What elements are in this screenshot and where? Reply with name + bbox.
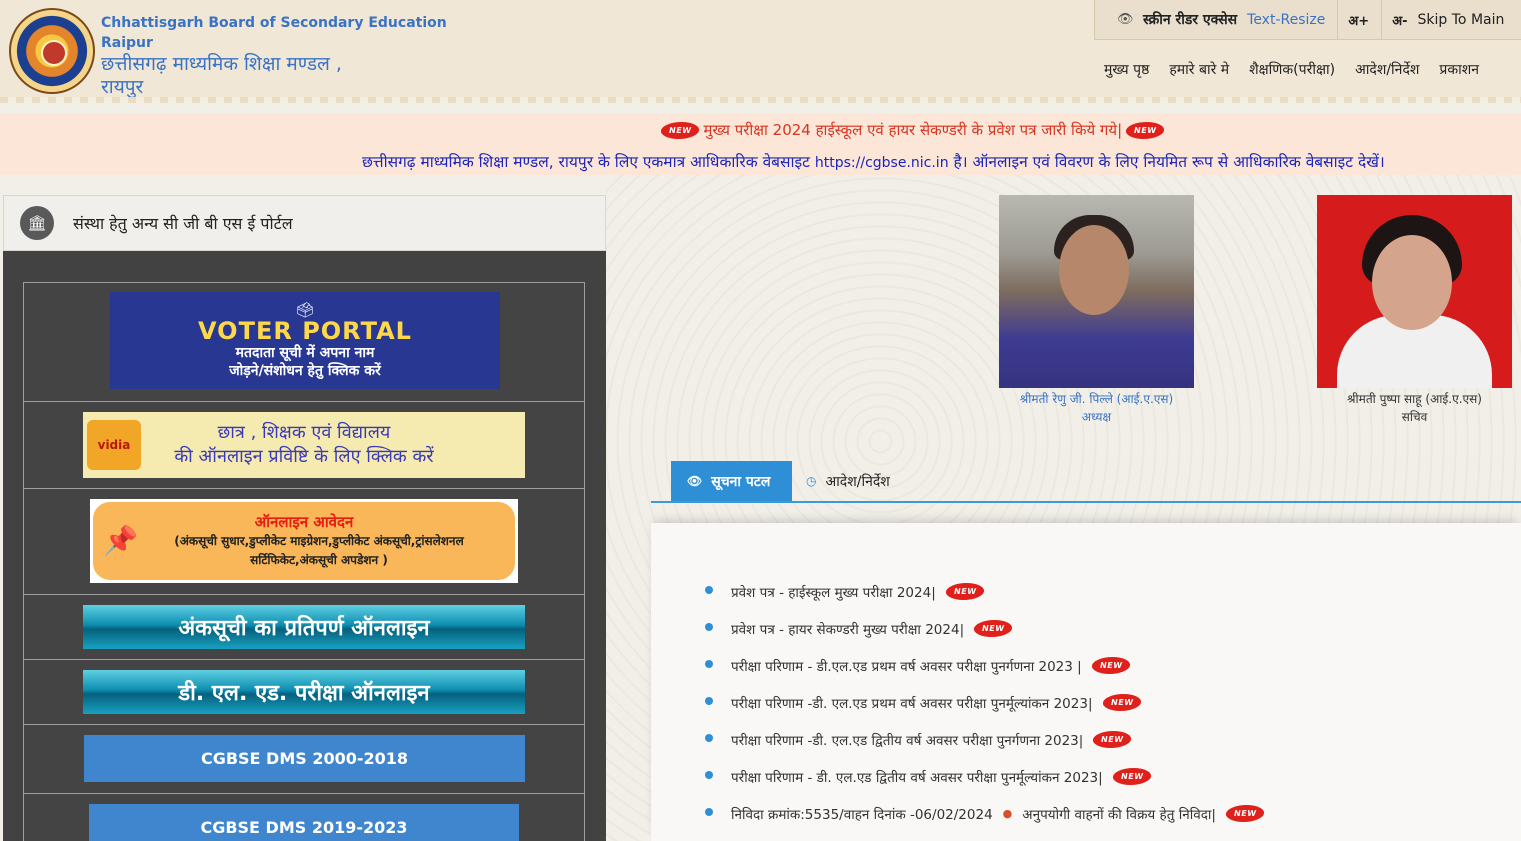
- new-badge: NEW: [946, 585, 984, 598]
- secretary-name: श्रीमती पुष्पा साहू (आई.ए.एस): [1347, 392, 1482, 406]
- new-badge: NEW: [1103, 696, 1141, 709]
- site-brand[interactable]: Chhattisgarh Board of Secondary Educatio…: [101, 13, 447, 99]
- tab-notice-board[interactable]: 👁 सूचना पटल: [671, 461, 792, 501]
- font-decrease-button[interactable]: अ-: [1392, 11, 1407, 29]
- font-increase-button[interactable]: अ+: [1348, 11, 1369, 29]
- nav-publications[interactable]: प्रकाशन: [1439, 60, 1479, 79]
- new-badge: NEW: [1226, 807, 1264, 820]
- list-item[interactable]: परीक्षा परिणाम - डी.एल.एड प्रथम वर्ष अवस…: [705, 647, 1262, 684]
- site-header: Chhattisgarh Board of Secondary Educatio…: [0, 0, 1521, 103]
- marquee-line-1[interactable]: NEW मुख्य परीक्षा 2024 हाईस्कूल एवं हायर…: [657, 120, 1169, 140]
- dms-2019-2023-button[interactable]: CGBSE DMS 2019-2023: [89, 804, 519, 841]
- list-item[interactable]: परीक्षा परिणाम -डी. एल.एड प्रथम वर्ष अवस…: [705, 684, 1262, 721]
- pushpin-icon: 📌: [103, 524, 138, 557]
- nav-home[interactable]: मुख्य पृष्ठ: [1104, 60, 1149, 79]
- portal-panel-header: 🏛 संस्था हेतु अन्य सी जी बी एस ई पोर्टल: [3, 195, 606, 251]
- vidia-logo: vidia: [87, 420, 141, 470]
- new-badge: NEW: [974, 622, 1012, 635]
- skip-to-main-link[interactable]: Skip To Main: [1418, 12, 1505, 28]
- marksheet-counterfoil-button[interactable]: अंकसूची का प्रतिपर्ण ऑनलाइन: [83, 605, 525, 649]
- brand-hindi-city: रायपुर: [101, 76, 144, 98]
- secretary-photo: [1317, 195, 1512, 388]
- main-nav: मुख्य पृष्ठ हमारे बारे मे शैक्षणिक(परीक्…: [1104, 60, 1499, 79]
- marquee-line-2: छत्तीसगढ़ माध्यमिक शिक्षा मण्डल, रायपुर …: [362, 153, 1385, 171]
- clock-icon: ◷: [806, 474, 817, 488]
- portal-panel-title: संस्था हेतु अन्य सी जी बी एस ई पोर्टल: [73, 214, 293, 233]
- eye-icon: 👁: [1117, 12, 1134, 27]
- new-badge: NEW: [1092, 659, 1130, 672]
- chairperson-caption: श्रीमती रेणु जी. पिल्ले (आई.ए.एस) अध्यक्…: [999, 390, 1194, 426]
- chairperson-photo: [999, 195, 1194, 388]
- notice-tabs: 👁 सूचना पटल ◷ आदेश/निर्देश: [651, 461, 1521, 503]
- list-item[interactable]: परीक्षा परिणाम -डी. एल.एड द्वितीय वर्ष अ…: [705, 721, 1262, 758]
- tab-orders[interactable]: ◷ आदेश/निर्देश: [806, 461, 890, 501]
- new-badge: NEW: [1094, 733, 1131, 746]
- dms-2000-2018-button[interactable]: CGBSE DMS 2000-2018: [84, 735, 525, 782]
- chairperson-name: श्रीमती रेणु जी. पिल्ले (आई.ए.एस): [1019, 392, 1174, 406]
- deled-exam-button[interactable]: डी. एल. एड. परीक्षा ऑनलाइन: [83, 670, 525, 714]
- portal-panel: 🏛 संस्था हेतु अन्य सी जी बी एस ई पोर्टल …: [3, 195, 606, 841]
- institution-icon: 🏛: [20, 206, 54, 240]
- list-item[interactable]: प्रवेश पत्र - हाईस्कूल मुख्य परीक्षा 202…: [705, 573, 1262, 610]
- brand-english-city: Raipur: [101, 35, 153, 51]
- new-badge: NEW: [1113, 770, 1151, 783]
- nav-orders[interactable]: आदेश/निर्देश: [1355, 60, 1419, 79]
- new-badge: NEW: [661, 123, 699, 137]
- online-application-banner[interactable]: 📌 ऑनलाइन आवेदन (अंकसूची सुधार,डुप्लीकेट …: [90, 499, 518, 583]
- official-url[interactable]: https://cgbse.nic.in: [815, 155, 949, 171]
- list-item[interactable]: प्रवेश पत्र - हायर सेकण्डरी मुख्य परीक्ष…: [705, 610, 1262, 647]
- bullet-icon: ●: [1002, 807, 1013, 820]
- cgbse-logo[interactable]: [9, 8, 95, 94]
- screen-reader-link[interactable]: स्क्रीन रीडर एक्सेस: [1143, 10, 1237, 29]
- ballot-icon: 🗳: [295, 300, 315, 319]
- voter-portal-banner[interactable]: 🗳 VOTER PORTAL मतदाता सूची में अपना नाम …: [110, 292, 500, 389]
- chairperson-role: अध्यक्ष: [1081, 410, 1112, 424]
- brand-hindi-title: छत्तीसगढ़ माध्यमिक शिक्षा मण्डल ,: [101, 53, 342, 75]
- vidya-portal-banner[interactable]: vidia छात्र , शिक्षक एवं विद्यालय की ऑनल…: [83, 412, 525, 478]
- text-resize-label: Text-Resize: [1247, 11, 1326, 28]
- list-item[interactable]: परीक्षा परिणाम - डी. एल.एड द्वितीय वर्ष …: [705, 758, 1262, 795]
- notice-board: प्रवेश पत्र - हाईस्कूल मुख्य परीक्षा 202…: [651, 523, 1521, 841]
- new-badge: NEW: [1126, 123, 1164, 137]
- nav-academic-exam[interactable]: शैक्षणिक(परीक्षा): [1249, 60, 1335, 79]
- eye-icon: 👁: [687, 474, 703, 488]
- list-item[interactable]: निविदा क्रमांक:5535/वाहन दिनांक -06/02/2…: [705, 795, 1264, 832]
- secretary-caption: श्रीमती पुष्पा साहू (आई.ए.एस) सचिव: [1317, 390, 1512, 426]
- nav-about[interactable]: हमारे बारे मे: [1169, 60, 1229, 79]
- secretary-role: सचिव: [1401, 410, 1428, 424]
- marquee-line-1-text: मुख्य परीक्षा 2024 हाईस्कूल एवं हायर सेक…: [703, 121, 1123, 139]
- brand-english-title: Chhattisgarh Board of Secondary Educatio…: [101, 15, 447, 31]
- accessibility-bar: 👁 स्क्रीन रीडर एक्सेस Text-Resize अ+ अ- …: [1094, 0, 1521, 40]
